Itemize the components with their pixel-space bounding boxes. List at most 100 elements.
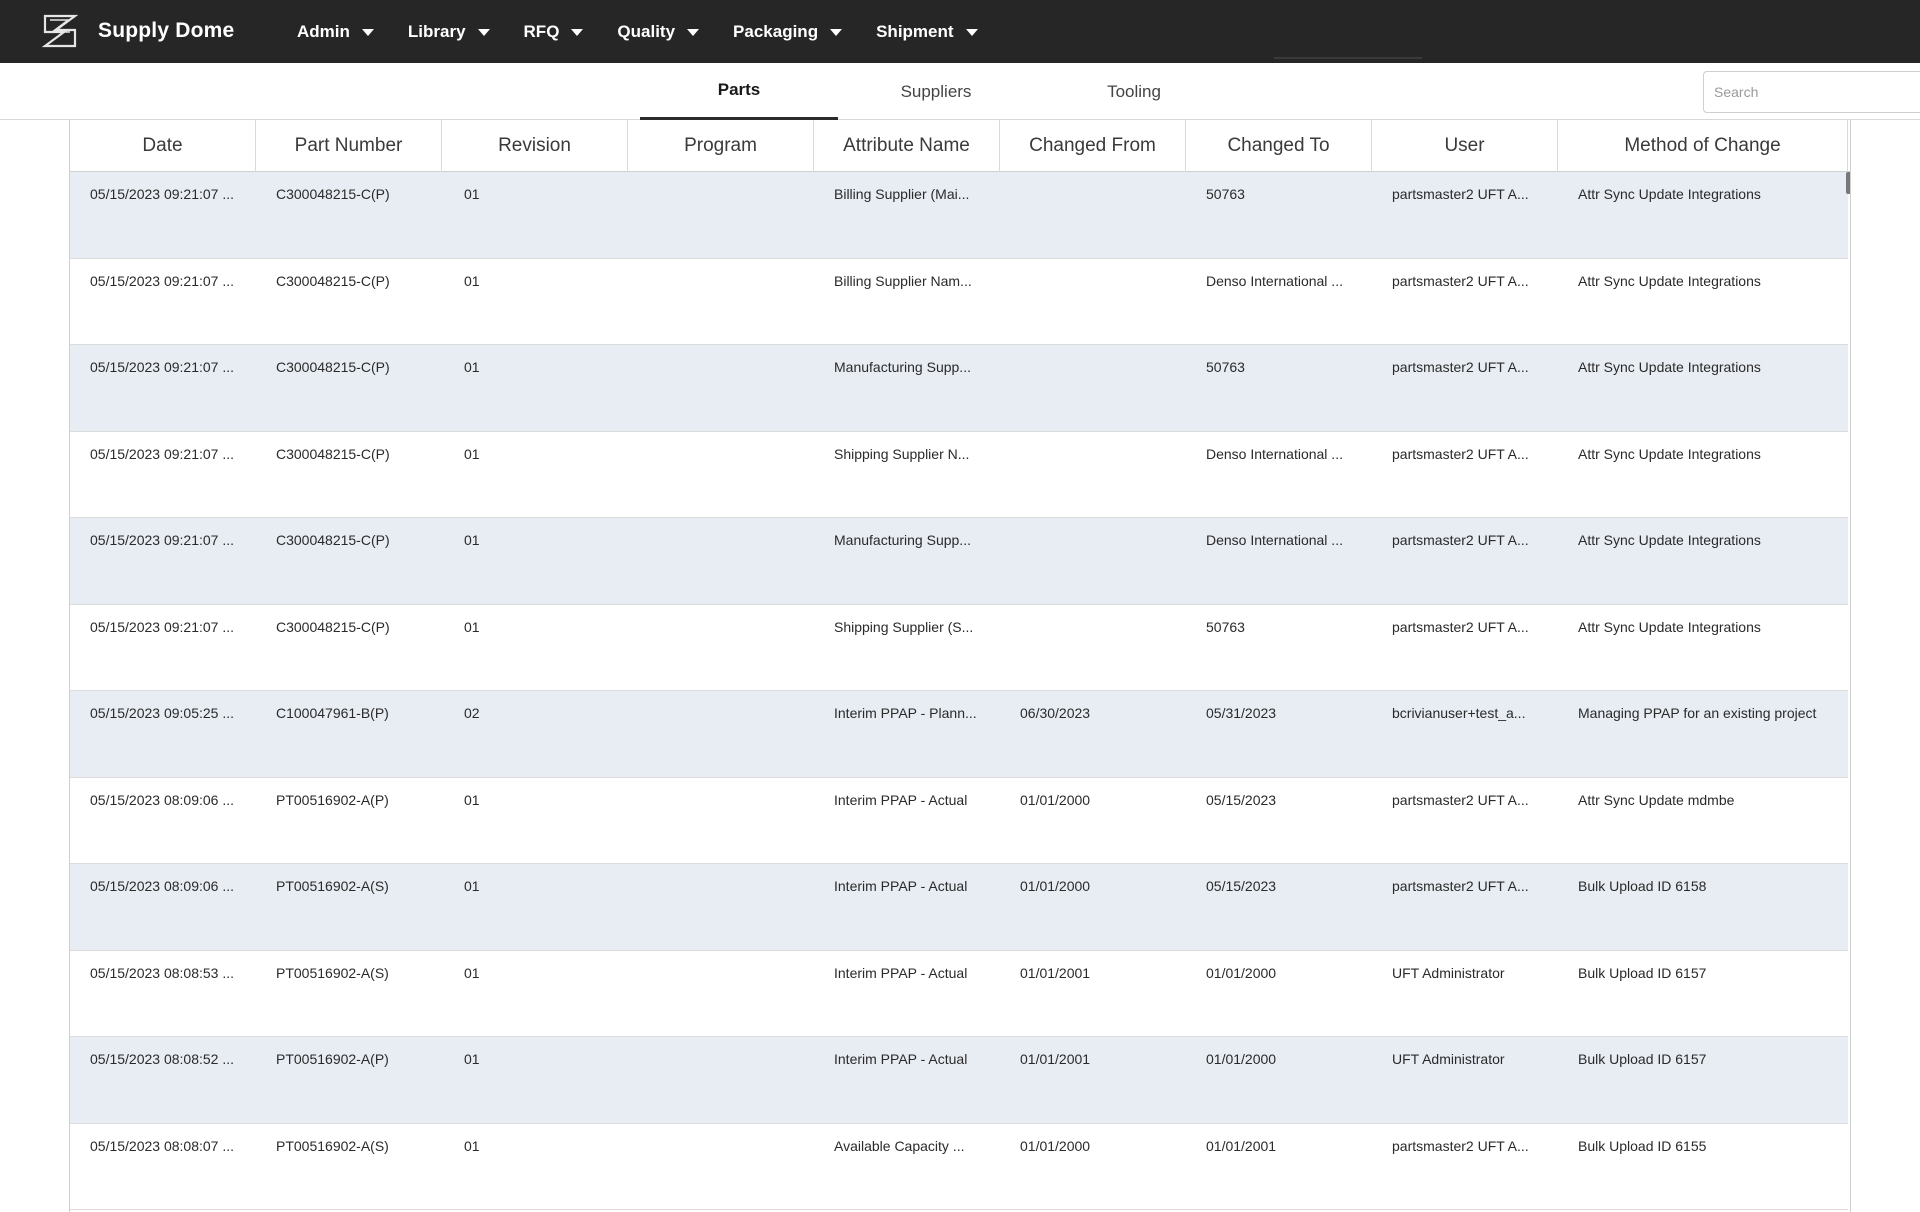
change-history-table: Date Part Number Revision Program Attribute …	[69, 120, 1851, 1212]
cell-revision: 01	[464, 445, 480, 462]
column-header-part-number[interactable]: Part Number	[256, 120, 442, 172]
cell-revision: 01	[464, 272, 480, 289]
app-name[interactable]: Supply Dome	[98, 19, 234, 43]
cell-changed-to: Denso International ...	[1206, 272, 1343, 289]
cell-changed-to: 50763	[1206, 618, 1245, 635]
nav-label: Packaging	[733, 21, 819, 41]
cell-revision: 01	[464, 186, 480, 202]
nav-library[interactable]: Library	[408, 22, 490, 42]
main-nav: Admin Library RFQ Quality Packaging Shipment	[297, 0, 1012, 63]
table-row[interactable]: 05/15/2023 08:09:06 ... PT00516902-A(S) 01…	[70, 864, 1848, 951]
cell-part-number: PT00516902-A(P)	[276, 791, 389, 808]
table-row[interactable]: 05/15/2023 09:21:07 ... C300048215-C(P) 01…	[70, 518, 1848, 605]
cell-attribute-name: Manufacturing Supp...	[834, 532, 971, 548]
cell-user: partsmaster2 UFT A...	[1392, 186, 1529, 202]
cell-date: 05/15/2023 09:21:07 ...	[90, 532, 235, 548]
cell-changed-to: 01/01/2000	[1206, 964, 1277, 981]
nav-packaging[interactable]: Packaging	[733, 21, 843, 42]
nav-quality[interactable]: Quality	[617, 22, 700, 42]
cell-revision: 01	[464, 791, 480, 808]
cell-changed-to: 05/15/2023	[1206, 791, 1277, 808]
cell-part-number: PT00516902-A(S)	[276, 1137, 389, 1154]
column-header-changed-to[interactable]: Changed To	[1186, 120, 1372, 172]
nav-rfq[interactable]: RFQ	[524, 22, 584, 42]
table-row[interactable]: 05/15/2023 08:08:53 ... PT00516902-A(S) 01…	[70, 951, 1848, 1037]
column-header-changed-from[interactable]: Changed From	[1000, 120, 1186, 172]
column-header-attribute-name[interactable]: Attribute Name	[814, 120, 1000, 172]
cell-attribute-name: Available Capacity ...	[834, 1137, 965, 1154]
tab-suppliers[interactable]: Suppliers	[837, 63, 1035, 120]
cell-method-of-change: Bulk Upload ID 6155	[1578, 1137, 1707, 1154]
cell-method-of-change: Bulk Upload ID 6158	[1578, 878, 1707, 894]
column-header-revision[interactable]: Revision	[442, 120, 628, 172]
cell-date: 05/15/2023 09:21:07 ...	[90, 272, 235, 289]
cell-attribute-name: Interim PPAP - Actual	[834, 878, 968, 894]
column-header-program[interactable]: Program	[628, 120, 814, 172]
column-header-user[interactable]: User	[1372, 120, 1558, 172]
cell-user: partsmaster2 UFT A...	[1392, 272, 1529, 289]
cell-revision: 01	[464, 618, 480, 635]
cell-method-of-change: Bulk Upload ID 6157	[1578, 1051, 1707, 1067]
cell-method-of-change: Attr Sync Update Integrations	[1578, 445, 1761, 462]
tab-tooling[interactable]: Tooling	[1035, 63, 1233, 120]
nav-underline	[1274, 57, 1422, 59]
cell-method-of-change: Attr Sync Update Integrations	[1578, 186, 1761, 202]
cell-attribute-name: Manufacturing Supp...	[834, 359, 971, 375]
cell-changed-to: Denso International ...	[1206, 445, 1343, 462]
cell-user: partsmaster2 UFT A...	[1392, 1137, 1529, 1154]
table-row[interactable]: 05/15/2023 08:09:06 ... PT00516902-A(P) 01…	[70, 778, 1848, 864]
table-row[interactable]: 05/15/2023 08:08:07 ... PT00516902-A(S) 01…	[70, 1124, 1848, 1210]
cell-changed-to: 01/01/2000	[1206, 1051, 1277, 1067]
caret-down-icon	[687, 29, 700, 36]
cell-changed-from: 01/01/2001	[1020, 964, 1091, 981]
cell-user: partsmaster2 UFT A...	[1392, 532, 1529, 548]
cell-revision: 01	[464, 359, 480, 375]
table-row[interactable]: 05/15/2023 09:21:07 ... C300048215-C(P) 01…	[70, 172, 1848, 259]
cell-changed-from: 01/01/2000	[1020, 878, 1091, 894]
cell-date: 05/15/2023 09:21:07 ...	[90, 618, 235, 635]
cell-part-number: C300048215-C(P)	[276, 359, 390, 375]
table-row[interactable]: 05/15/2023 09:05:25 ... C100047961-B(P) 02…	[70, 691, 1848, 778]
cell-attribute-name: Interim PPAP - Plann...	[834, 705, 977, 721]
cell-changed-to: 05/15/2023	[1206, 878, 1277, 894]
column-header-method-of-change[interactable]: Method of Change	[1558, 120, 1848, 172]
search-input[interactable]	[1703, 71, 1920, 113]
caret-down-icon	[965, 29, 978, 36]
cell-changed-from: 01/01/2000	[1020, 791, 1091, 808]
cell-user: UFT Administrator	[1392, 964, 1505, 981]
cell-changed-to: 50763	[1206, 186, 1245, 202]
vertical-scrollbar[interactable]	[1846, 172, 1850, 194]
cell-revision: 01	[464, 1051, 480, 1067]
supply-dome-logo-icon[interactable]	[42, 13, 78, 49]
table-row[interactable]: 05/15/2023 08:08:52 ... PT00516902-A(P) 01…	[70, 1037, 1848, 1124]
nav-admin[interactable]: Admin	[297, 22, 374, 42]
cell-part-number: PT00516902-A(S)	[276, 964, 389, 981]
cell-changed-from: 01/01/2000	[1020, 1137, 1091, 1154]
cell-attribute-name: Interim PPAP - Actual	[834, 964, 968, 981]
table-row[interactable]: 05/15/2023 09:21:07 ... C300048215-C(P) 01…	[70, 432, 1848, 518]
cell-part-number: C300048215-C(P)	[276, 445, 390, 462]
cell-part-number: C300048215-C(P)	[276, 618, 390, 635]
table-row[interactable]: 05/15/2023 09:21:07 ... C300048215-C(P) 01…	[70, 259, 1848, 345]
cell-date: 05/15/2023 08:08:53 ...	[90, 964, 235, 981]
cell-method-of-change: Attr Sync Update Integrations	[1578, 272, 1761, 289]
column-header-date[interactable]: Date	[70, 120, 256, 172]
cell-part-number: C300048215-C(P)	[276, 532, 390, 548]
cell-user: partsmaster2 UFT A...	[1392, 878, 1529, 894]
cell-revision: 02	[464, 705, 480, 721]
tab-parts[interactable]: Parts	[640, 63, 838, 120]
caret-down-icon	[830, 29, 843, 36]
nav-label: RFQ	[523, 21, 560, 41]
cell-attribute-name: Shipping Supplier N...	[834, 445, 970, 462]
cell-date: 05/15/2023 09:21:07 ...	[90, 359, 235, 375]
cell-date: 05/15/2023 09:21:07 ...	[90, 445, 235, 462]
table-row[interactable]: 05/15/2023 09:21:07 ... C300048215-C(P) 01…	[70, 345, 1848, 432]
cell-date: 05/15/2023 08:09:06 ...	[90, 878, 235, 894]
table-header: Date Part Number Revision Program Attribute …	[70, 120, 1850, 172]
cell-part-number: C100047961-B(P)	[276, 705, 389, 721]
table-row[interactable]: 05/15/2023 09:21:07 ... C300048215-C(P) 01…	[70, 605, 1848, 691]
nav-shipment[interactable]: Shipment	[876, 22, 978, 42]
cell-part-number: PT00516902-A(S)	[276, 878, 389, 894]
nav-label: Admin	[297, 21, 350, 41]
caret-down-icon	[477, 29, 490, 36]
